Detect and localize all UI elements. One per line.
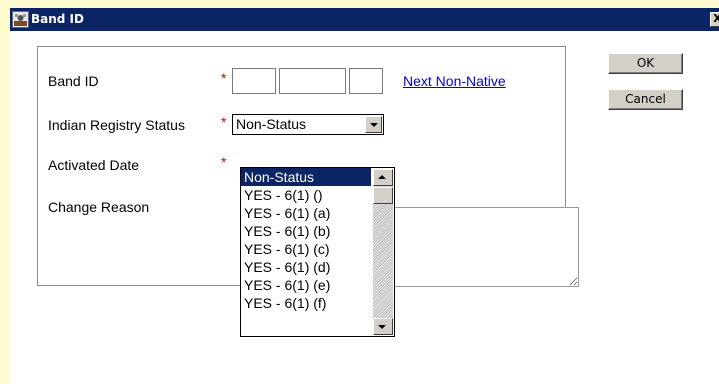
- dropdown-option[interactable]: YES - 6(1) (c): [241, 240, 371, 258]
- dropdown-option[interactable]: YES - 6(1) (f): [241, 294, 371, 312]
- activated-date-required-marker: *: [221, 154, 227, 170]
- band-id-dialog: Band ID X Band ID * Next Non-Native Indi…: [0, 0, 719, 384]
- dropdown-option[interactable]: YES - 6(1) (a): [241, 204, 371, 222]
- registry-status-select[interactable]: Non-Status: [232, 114, 384, 135]
- activated-date-label: Activated Date: [48, 157, 140, 173]
- app-icon: [12, 11, 29, 28]
- change-reason-label: Change Reason: [48, 199, 150, 215]
- ok-button[interactable]: OK: [608, 53, 683, 74]
- dropdown-option[interactable]: YES - 6(1) (d): [241, 258, 371, 276]
- dropdown-options: Non-Status YES - 6(1) () YES - 6(1) (a) …: [241, 168, 371, 336]
- title-bar[interactable]: Band ID X: [10, 8, 719, 31]
- scroll-up-icon[interactable]: [373, 169, 393, 186]
- scroll-down-icon[interactable]: [373, 318, 393, 335]
- registry-status-label: Indian Registry Status: [48, 117, 185, 133]
- dropdown-option[interactable]: Non-Status: [241, 168, 371, 186]
- dropdown-scrollbar[interactable]: [373, 169, 393, 335]
- band-id-required-marker: *: [221, 70, 227, 86]
- chevron-down-icon[interactable]: [365, 116, 382, 133]
- change-reason-field[interactable]: [384, 207, 579, 287]
- dropdown-option[interactable]: YES - 6(1) (): [241, 186, 371, 204]
- dropdown-option[interactable]: YES - 6(1) (e): [241, 276, 371, 294]
- band-id-field-3[interactable]: [349, 68, 383, 94]
- dropdown-option[interactable]: YES - 6(1) (b): [241, 222, 371, 240]
- registry-status-selected-value: Non-Status: [236, 116, 307, 132]
- cancel-button[interactable]: Cancel: [608, 89, 683, 110]
- window-title: Band ID: [31, 12, 84, 26]
- band-id-field-2[interactable]: [279, 68, 346, 94]
- registry-status-dropdown-list[interactable]: Non-Status YES - 6(1) () YES - 6(1) (a) …: [240, 167, 395, 337]
- band-id-field-1[interactable]: [232, 68, 276, 94]
- scroll-thumb[interactable]: [373, 187, 393, 204]
- registry-status-required-marker: *: [221, 114, 227, 130]
- next-non-native-link[interactable]: Next Non-Native: [403, 73, 506, 89]
- band-id-label: Band ID: [48, 73, 99, 89]
- close-button[interactable]: X: [710, 12, 719, 27]
- dialog-body: Band ID * Next Non-Native Indian Registr…: [10, 31, 719, 384]
